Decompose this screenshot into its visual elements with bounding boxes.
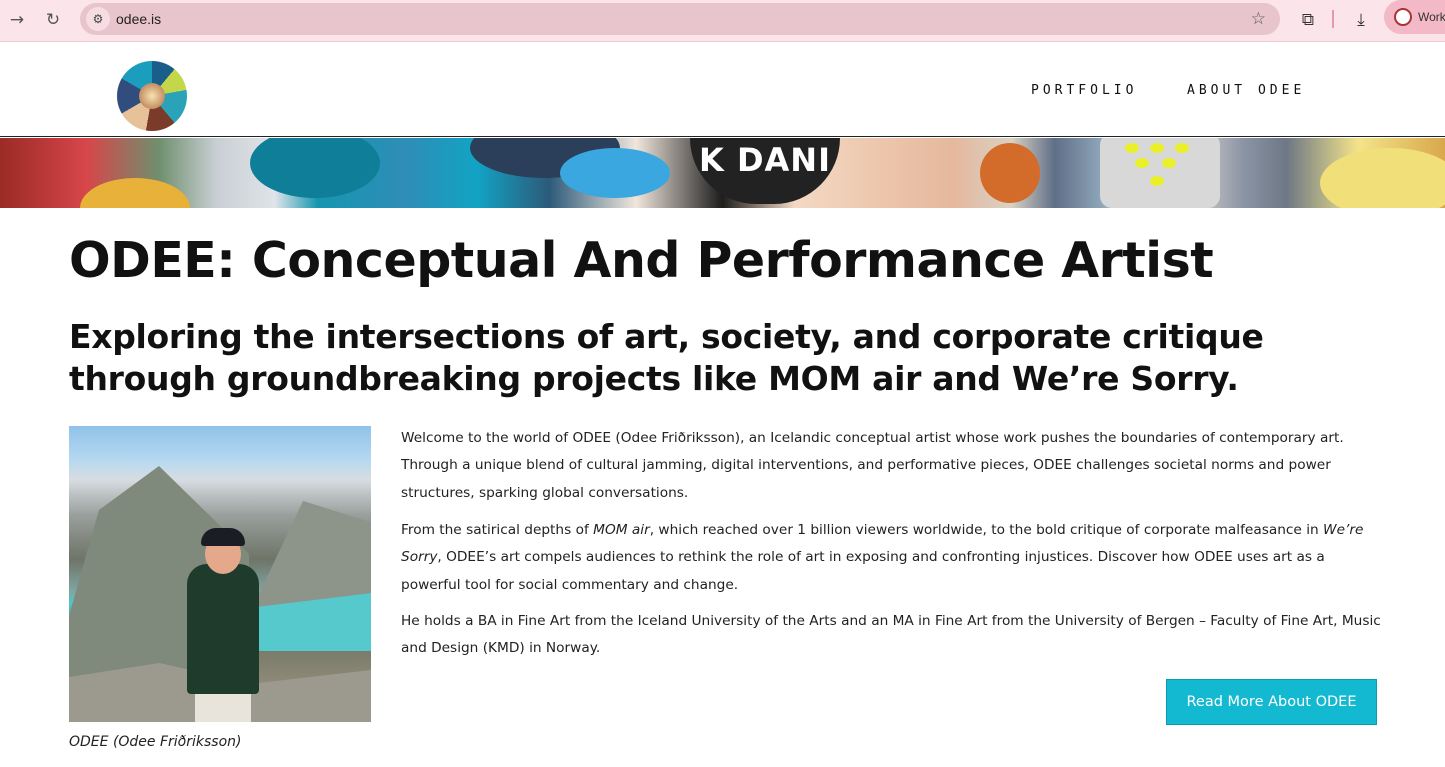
p2-text-a: From the satirical depths of	[401, 522, 594, 538]
p2-text-b: , which reached over 1 billion viewers w…	[649, 522, 1324, 538]
profile-label: Work	[1418, 10, 1445, 24]
photo-person-body	[187, 564, 259, 694]
page-title: ODEE: Conceptual And Performance Artist	[69, 232, 1214, 289]
banner-dot	[1150, 143, 1164, 153]
artist-photo	[69, 426, 371, 722]
banner-dot	[1135, 158, 1149, 168]
banner-shape	[1320, 148, 1445, 208]
banner-shape	[980, 143, 1040, 203]
p2-text-c: , ODEE’s art compels audiences to rethin…	[401, 549, 1325, 593]
photo-caption: ODEE (Odee Friðriksson)	[69, 734, 242, 750]
mom-air-emphasis: MOM air	[593, 522, 650, 538]
toolbar-divider	[1332, 10, 1334, 28]
banner-text-badge: K DANI	[690, 138, 840, 204]
intro-paragraph-3: He holds a BA in Fine Art from the Icela…	[401, 613, 1381, 657]
banner-dot	[1175, 143, 1189, 153]
url-text[interactable]: odee.is	[116, 3, 161, 35]
forward-icon[interactable]: →	[6, 9, 28, 31]
header-banner-collage: K DANI	[0, 138, 1445, 208]
banner-shape	[560, 148, 670, 198]
page-subtitle: Exploring the intersections of art, soci…	[69, 317, 1264, 398]
extensions-icon[interactable]: ⧉	[1296, 9, 1320, 31]
banner-dot	[1162, 158, 1176, 168]
download-icon[interactable]: ⤓	[1349, 9, 1373, 31]
profile-button[interactable]: Work	[1384, 0, 1445, 34]
banner-shape	[250, 138, 380, 198]
browser-toolbar: → ↻ ⚙ odee.is ☆ ⧉ ⤓ Work	[0, 0, 1445, 42]
intro-paragraph-1: Welcome to the world of ODEE (Odee Friðr…	[401, 430, 1344, 501]
address-bar[interactable]: ⚙ odee.is ☆	[80, 3, 1280, 35]
profile-avatar-icon	[1394, 8, 1412, 26]
site-logo[interactable]	[117, 61, 187, 131]
site-info-icon[interactable]: ⚙	[86, 7, 110, 31]
nav-about-odee[interactable]: ABOUT ODEE	[1187, 83, 1305, 98]
read-more-button[interactable]: Read More About ODEE	[1166, 679, 1377, 725]
bookmark-star-icon[interactable]: ☆	[1251, 3, 1266, 35]
banner-dot	[1150, 176, 1164, 186]
banner-dot	[1125, 143, 1139, 153]
banner-shape	[80, 178, 190, 208]
intro-paragraph-2: From the satirical depths of MOM air, wh…	[401, 517, 1386, 599]
photo-person-cap	[201, 528, 245, 546]
nav-portfolio[interactable]: PORTFOLIO	[1031, 83, 1137, 98]
site-header: PORTFOLIO ABOUT ODEE	[0, 43, 1445, 137]
reload-icon[interactable]: ↻	[42, 9, 64, 31]
